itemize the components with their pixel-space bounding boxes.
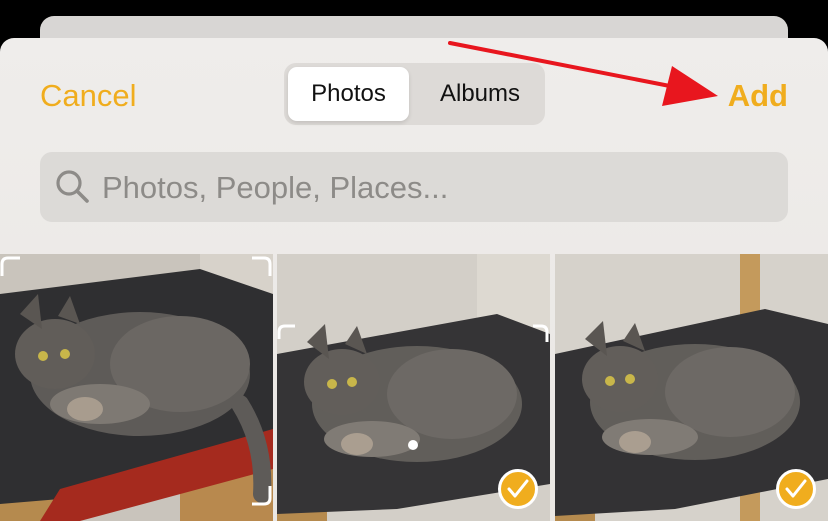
photo-thumbnail-3[interactable] [555,254,828,521]
photo-grid [0,254,828,521]
photo-thumbnail-2[interactable] [277,254,550,521]
red-arrow-annotation-icon [448,41,718,106]
search-bar[interactable] [40,152,788,224]
selected-checkmark-icon [498,469,538,509]
tab-photos[interactable]: Photos [288,67,409,121]
search-icon [54,168,92,206]
add-button[interactable]: Add [728,78,788,114]
selected-checkmark-icon [776,469,816,509]
cancel-button[interactable]: Cancel [40,78,137,114]
photo-thumbnail-1[interactable] [0,254,273,521]
search-input[interactable] [100,152,774,224]
cat-photo-image [0,254,273,521]
